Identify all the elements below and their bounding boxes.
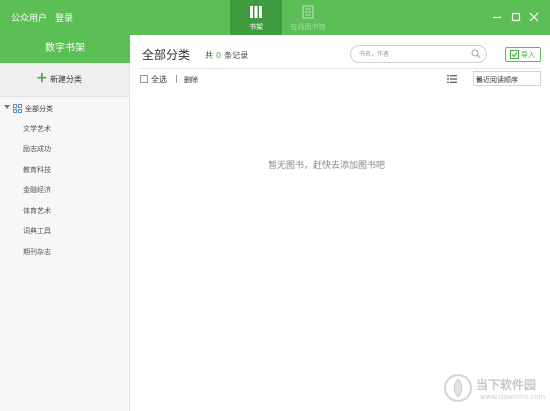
minimize-button[interactable] (490, 10, 504, 24)
sidebar-item-label: 教育科技 (23, 166, 51, 174)
search-icon[interactable] (471, 49, 481, 59)
import-button[interactable]: 导入 (505, 47, 541, 62)
tab-bookshelf-label: 书架 (249, 23, 263, 31)
sidebar-item-sports[interactable]: 体育艺术 (0, 203, 129, 219)
user-name-link[interactable]: 公众用户 (11, 11, 47, 24)
empty-state-message: 暂无图书，赶快去添加图书吧 (268, 161, 386, 171)
record-suffix: 条记录 (224, 51, 249, 60)
sidebar: 数字书架 + 新建分类 全部分类 文学艺术 励志成功 教育科技 金融经济 体育艺… (0, 35, 130, 411)
sidebar-item-inspiration[interactable]: 励志成功 (0, 141, 129, 157)
watermark-url: www.downxia.com (480, 393, 546, 401)
tab-bookshelf[interactable]: 书架 (230, 0, 282, 35)
sidebar-item-label: 词典工具 (23, 227, 51, 235)
expand-arrow-icon[interactable] (4, 105, 10, 109)
record-count-value: 0 (216, 51, 222, 60)
sidebar-item-literature[interactable]: 文学艺术 (0, 121, 129, 137)
sort-order-value: 最近阅读顺序 (476, 76, 518, 84)
plus-icon: + (36, 70, 48, 86)
page-title: 全部分类 (142, 48, 191, 62)
import-icon (510, 50, 519, 59)
minimize-icon (493, 16, 501, 19)
category-grid-icon (13, 104, 22, 113)
new-category-button[interactable]: + 新建分类 (0, 63, 129, 97)
close-button[interactable] (527, 10, 541, 24)
maximize-button[interactable] (509, 10, 523, 24)
list-view-icon[interactable] (447, 74, 457, 84)
toolbar-separator (176, 75, 177, 83)
sidebar-item-all[interactable]: 全部分类 (0, 101, 129, 117)
sort-order-dropdown[interactable]: 最近阅读顺序 (473, 71, 541, 86)
sidebar-item-label: 期刊杂志 (23, 248, 51, 256)
tab-online-library-label: 在线图书馆 (290, 23, 326, 31)
close-icon (529, 12, 539, 22)
import-label: 导入 (521, 51, 535, 59)
bookshelf-icon (250, 6, 262, 18)
chevron-down-icon (476, 78, 482, 81)
maximize-icon (511, 12, 521, 22)
sidebar-item-periodicals[interactable]: 期刊杂志 (0, 244, 129, 260)
sidebar-item-label: 励志成功 (23, 145, 51, 153)
tab-online-library[interactable]: 在线图书馆 (284, 0, 332, 35)
checkbox-icon[interactable] (140, 75, 148, 83)
sidebar-item-dictionary[interactable]: 词典工具 (0, 223, 129, 239)
delete-button[interactable]: 删除 (184, 75, 198, 85)
watermark-logo (444, 374, 472, 402)
record-count: 共 0 条记录 (205, 50, 248, 61)
title-bar: 公众用户 登录 书架 在线图书馆 (0, 0, 550, 35)
sidebar-title: 数字书架 (0, 35, 130, 63)
sidebar-item-education[interactable]: 教育科技 (0, 162, 129, 178)
new-category-label: 新建分类 (50, 75, 82, 84)
sidebar-item-label: 体育艺术 (23, 207, 51, 215)
toolbar-divider (138, 68, 542, 69)
select-all-label: 全选 (151, 75, 167, 84)
search-box (350, 45, 487, 63)
record-prefix: 共 (205, 51, 213, 60)
sidebar-item-label: 文学艺术 (23, 125, 51, 133)
sidebar-item-finance[interactable]: 金融经济 (0, 182, 129, 198)
search-input[interactable] (359, 48, 459, 60)
online-library-icon (302, 5, 314, 19)
sidebar-item-label: 金融经济 (23, 186, 51, 194)
sidebar-item-all-label: 全部分类 (25, 105, 53, 113)
login-link[interactable]: 登录 (55, 11, 73, 24)
watermark-text: 当下软件园 (476, 378, 537, 392)
